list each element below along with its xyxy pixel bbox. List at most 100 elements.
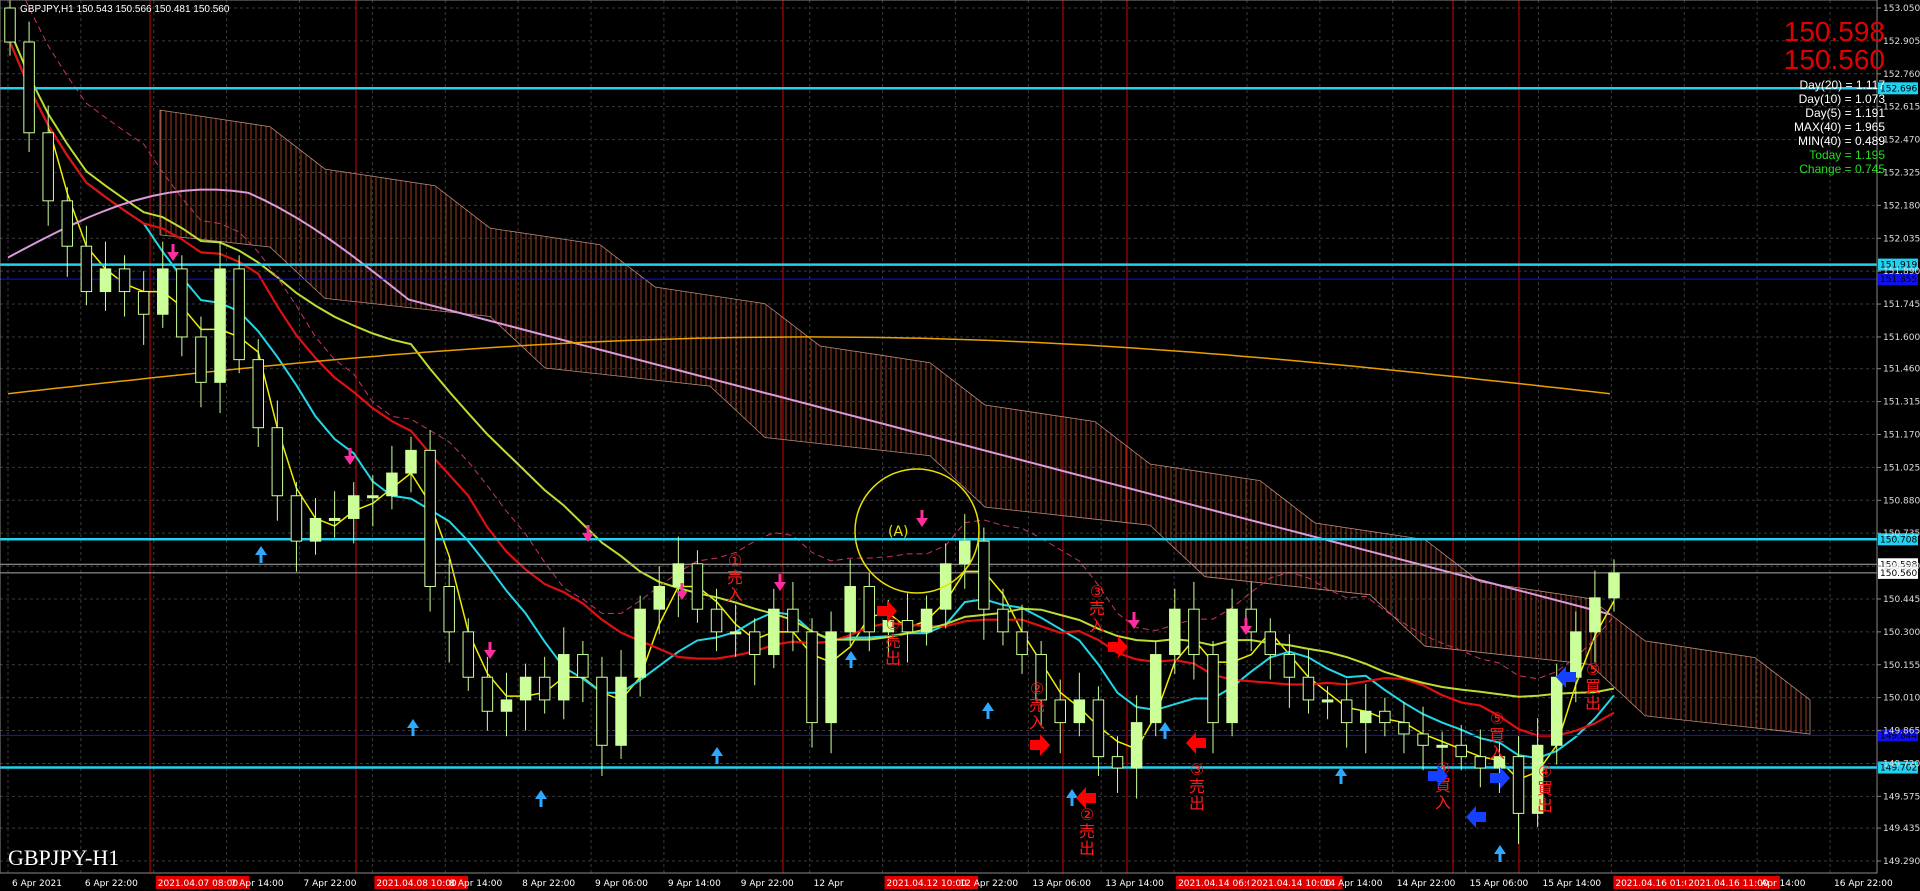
y-tick-label: 152.615 [1883,103,1920,113]
bid-price-2: 150.560 [1783,44,1885,75]
x-tick-label: 14 Apr 14:00 [1324,879,1383,889]
y-tick-label: 151.025 [1883,463,1920,473]
candle-body [1016,631,1028,656]
watermark: GBPJPY-H1 [8,845,120,870]
trade-label: 入 [1089,616,1105,635]
candle-body [195,336,207,383]
y-tick-label: 149.290 [1883,857,1920,867]
stat-change: Change = 0.745 [1799,162,1885,176]
x-tick-label: 2021.04.14 10:00 [1251,879,1332,889]
stats-panel: 150.598 150.560 Day(20) = 1.117 Day(10) … [1783,18,1886,177]
candle-body [500,699,513,712]
x-tick-label: 13 Apr 06:00 [1032,879,1091,889]
candle-body [844,585,856,633]
candle-body [1550,676,1563,746]
candle-body [787,608,799,633]
x-tick-label: 13 Apr 14:00 [1105,879,1164,889]
x-tick-label: 15 Apr 14:00 [1542,879,1601,889]
candle-body [347,495,360,519]
candle-body [1570,631,1582,678]
candle-body [233,268,245,361]
y-tick-label: 150.445 [1883,595,1920,605]
y-tick-label: 150.300 [1883,628,1920,638]
candle-body [748,631,761,656]
y-tick-label: 152.325 [1883,168,1920,178]
candle-body [1321,699,1334,703]
candle-body [806,631,818,724]
x-tick-label: 2021.04.08 10:00 [376,879,457,889]
candle-body [1283,654,1296,678]
x-tick-label: 16 Apr 22:00 [1834,879,1893,889]
candle-body [1092,699,1105,758]
candle-body [901,620,914,633]
candle-body [1073,699,1086,724]
candle-body [519,676,532,701]
candle-body [959,540,971,565]
candle-body [1226,608,1238,724]
candle-body [1608,572,1620,599]
y-tick-label: 150.880 [1883,496,1920,506]
x-tick-label: 9 Apr 06:00 [595,879,648,889]
symbol-header: GBPJPY,H1 150.543 150.566 150.481 150.56… [20,4,230,15]
candle-body [1149,654,1162,724]
x-tick-label: 9 Apr 22:00 [741,879,794,889]
stat-day20: Day(20) = 1.117 [1799,78,1886,92]
trade-label: 入 [727,585,743,604]
candle-body [1474,756,1487,769]
candle-body [634,608,646,678]
candle-body [443,585,455,633]
y-tick-label: 149.575 [1883,792,1920,802]
x-tick-label: 7 Apr 22:00 [304,879,357,889]
y-tick-label: 153.050 [1883,4,1920,14]
candle-body [691,563,704,610]
price-chart[interactable]: 152.696151.919151.855150.708150.598150.5… [0,0,1920,891]
candle-body [1111,756,1124,769]
candle-body [653,585,665,610]
candle-body [214,268,226,383]
y-tick-label: 150.590 [1883,562,1920,572]
candle-body [825,631,837,724]
y-tick-label: 149.865 [1883,727,1920,737]
x-tick-label: 6 Apr 22:00 [85,879,138,889]
annotation-a: (A) [888,524,909,540]
candle-body [1130,722,1143,769]
candle-body [710,608,723,633]
candle-body [1054,699,1066,724]
x-tick-label: Apr 14:00 [1761,879,1806,889]
candle-body [538,676,551,701]
candle-body [42,132,54,202]
candle-body [1417,733,1429,746]
candle-body [1436,744,1448,748]
x-tick-label: 8 Apr 22:00 [522,879,575,889]
candle-body [4,7,16,43]
candle-body [367,495,379,499]
candle-body [271,427,284,497]
y-tick-label: 151.600 [1883,333,1920,343]
x-tick-label: 9 Apr 14:00 [668,879,721,889]
stat-max40: MAX(40) = 1.965 [1793,120,1885,134]
candle-body [1589,597,1601,633]
trade-label: 出 [885,649,901,668]
candle-body [1207,654,1219,724]
y-tick-label: 150.155 [1883,661,1920,671]
candle-body [920,608,933,633]
x-tick-label: 2021.04.07 08:00 [158,879,239,889]
candle-body [328,517,341,521]
y-tick-label: 151.460 [1883,365,1920,375]
x-tick-label: 12 Apr 22:00 [959,879,1018,889]
candle-body [577,654,589,678]
candle-body [1455,744,1467,758]
stat-day5: Day(5) = 1.191 [1805,106,1885,120]
candle-body [386,472,398,497]
candle-body [1169,608,1181,656]
stat-min40: MIN(40) = 0.489 [1797,134,1885,148]
candle-body [1379,710,1391,724]
candle-body [596,676,608,746]
trade-label: 出 [1079,839,1095,858]
y-tick-label: 149.435 [1883,824,1920,834]
x-tick-label: 6 Apr 2021 [12,879,62,889]
trade-label: 入 [1435,793,1451,812]
y-tick-label: 151.890 [1883,267,1920,277]
candle-body [1398,722,1410,735]
trade-label: 入 [1489,743,1505,762]
